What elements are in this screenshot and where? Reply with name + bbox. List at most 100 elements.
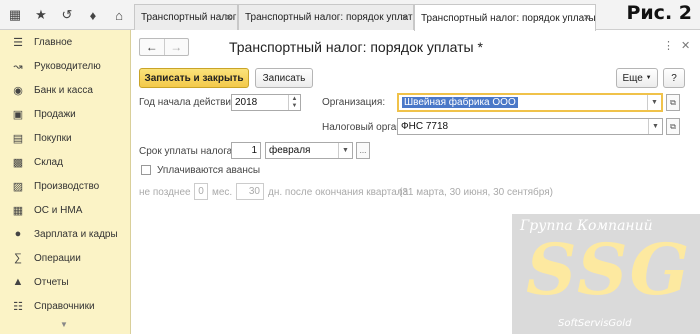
watermark-logo: Группа Компаний SSG SoftServisGold — [512, 214, 700, 334]
sidebar-item-label: Руководителю — [34, 60, 101, 72]
forward-icon[interactable]: → — [163, 39, 189, 55]
basket-icon: ▤ — [12, 132, 24, 145]
sidebar-item-label: Продажи — [34, 108, 76, 120]
deadline-day-value: 1 — [251, 145, 257, 156]
sidebar-item-label: Производство — [34, 180, 100, 192]
warehouse-icon: ▩ — [12, 156, 24, 169]
deadline-label: Срок уплаты налога: — [139, 146, 235, 157]
coin-icon: ◉ — [13, 84, 23, 97]
watermark-logo-text: SSG — [526, 228, 692, 311]
deadline-month-value: февраля — [269, 145, 311, 156]
menu-icon: ☰ — [13, 36, 23, 49]
factory-icon: ▨ — [12, 180, 24, 193]
quarter-hint: (31 марта, 30 июня, 30 сентября) — [399, 187, 553, 198]
months-label: мес. — [212, 187, 233, 198]
tax-office-value: ФНС 7718 — [401, 121, 449, 132]
top-bar: ▦ ★ ↺ ♦ ⌂ Транспортный налог × Транспорт… — [0, 0, 700, 31]
not-later-label: не позднее — [139, 187, 191, 198]
open-organization-button[interactable]: ⧉ — [666, 94, 680, 111]
year-label: Год начала действия: — [139, 97, 240, 108]
chevron-down-icon: ▼ — [645, 75, 652, 81]
close-icon[interactable]: × — [402, 12, 408, 24]
close-icon[interactable]: × — [226, 12, 232, 24]
sidebar-item-manager[interactable]: ↝ Руководителю — [0, 54, 130, 78]
sidebar-item-label: Отчеты — [34, 276, 69, 288]
sidebar-item-label: Покупки — [34, 132, 72, 144]
bell-icon[interactable]: ♦ — [80, 0, 106, 30]
month-select-button[interactable]: ... — [356, 142, 370, 159]
org-label: Организация: — [322, 97, 386, 108]
tab-payment-order-active[interactable]: Транспортный налог: порядок уплаты * × — [414, 4, 596, 31]
tab-transport-tax[interactable]: Транспортный налог × — [134, 4, 238, 30]
sidebar-item-operations[interactable]: ∑ Операции — [0, 246, 130, 270]
operations-icon: ∑ — [14, 252, 22, 264]
sidebar-item-warehouse[interactable]: ▩ Склад — [0, 150, 130, 174]
grid-icon[interactable]: ▦ — [2, 0, 28, 30]
months-field[interactable]: 0 — [194, 183, 208, 200]
sidebar-item-payroll[interactable]: ● Зарплата и кадры — [0, 222, 130, 246]
figure-label: Рис. 2 — [626, 2, 692, 24]
spin-icon[interactable]: ▲ ▼ — [288, 95, 300, 110]
tab-label: Транспортный налог — [141, 12, 237, 23]
sidebar-item-bank[interactable]: ◉ Банк и касса — [0, 78, 130, 102]
sidebar-item-purchases[interactable]: ▤ Покупки — [0, 126, 130, 150]
chevron-down-icon[interactable]: ▼ — [648, 119, 662, 134]
page-title: Транспортный налог: порядок уплаты * — [229, 39, 483, 55]
tab-payment-order[interactable]: Транспортный налог: порядок уплаты × — [238, 4, 414, 30]
reports-icon: ▲ — [12, 276, 24, 288]
chevron-down-icon[interactable]: ▼ — [647, 95, 661, 110]
back-icon[interactable]: ← — [140, 39, 164, 55]
chevron-down-icon[interactable]: ▼ — [338, 143, 352, 158]
more-button[interactable]: Еще ▼ — [616, 68, 658, 88]
help-button[interactable]: ? — [663, 68, 685, 88]
sidebar-item-label: Главное — [34, 36, 73, 48]
star-icon[interactable]: ★ — [28, 0, 54, 30]
sidebar-item-main[interactable]: ☰ Главное — [0, 30, 130, 54]
people-icon: ● — [14, 228, 22, 240]
cart-icon: ▣ — [12, 108, 24, 121]
close-icon[interactable]: ✕ — [681, 39, 690, 52]
tax-office-field[interactable]: ФНС 7718 ▼ — [397, 118, 663, 135]
home-icon[interactable]: ⌂ — [106, 0, 132, 30]
tab-label: Транспортный налог: порядок уплаты * — [421, 12, 596, 24]
close-icon[interactable]: × — [584, 12, 590, 24]
sidebar-item-label: Склад — [34, 156, 63, 168]
tab-label: Транспортный налог: порядок уплаты — [245, 12, 414, 23]
days-value: 30 — [248, 186, 260, 197]
months-value: 0 — [198, 186, 204, 197]
organization-value: Швейная фабрика ООО — [402, 97, 518, 108]
sidebar-item-reports[interactable]: ▲ Отчеты — [0, 270, 130, 294]
year-value: 2018 — [235, 97, 258, 108]
save-close-button[interactable]: Записать и закрыть — [139, 68, 249, 88]
year-field[interactable]: 2018 ▲ ▼ — [231, 94, 301, 111]
history-icon[interactable]: ↺ — [54, 0, 80, 30]
sidebar-item-label: Справочники — [34, 300, 95, 312]
history-nav: ← → — [139, 38, 189, 56]
advance-checkbox[interactable] — [141, 165, 151, 175]
more-vertical-icon[interactable]: ⋮ — [663, 39, 674, 52]
sidebar-item-production[interactable]: ▨ Производство — [0, 174, 130, 198]
assets-icon: ▦ — [12, 204, 24, 217]
days-field[interactable]: 30 — [236, 183, 264, 200]
sidebar: ☰ Главное ↝ Руководителю ◉ Банк и касса ▣ Пр… — [0, 30, 131, 334]
days-label: дн. после окончания квартала — [268, 187, 409, 198]
sidebar-item-label: Операции — [34, 252, 81, 264]
deadline-month-field[interactable]: февраля ▼ — [265, 142, 353, 159]
sidebar-item-label: Зарплата и кадры — [34, 228, 118, 240]
organization-field[interactable]: Швейная фабрика ООО ▼ — [397, 93, 663, 112]
deadline-day-field[interactable]: 1 — [231, 142, 261, 159]
save-button[interactable]: Записать — [255, 68, 313, 88]
catalog-icon: ☷ — [13, 300, 23, 313]
scroll-down-icon[interactable]: ▼ — [60, 320, 68, 329]
watermark-bottom-text: SoftServisGold — [558, 318, 632, 329]
sidebar-item-assets[interactable]: ▦ ОС и НМА — [0, 198, 130, 222]
tax-office-label: Налоговый орган: — [322, 122, 405, 133]
sidebar-item-label: Банк и касса — [34, 84, 93, 96]
sidebar-item-sales[interactable]: ▣ Продажи — [0, 102, 130, 126]
open-tax-office-button[interactable]: ⧉ — [666, 118, 680, 135]
more-label: Еще — [622, 72, 643, 84]
advance-label: Уплачиваются авансы — [157, 165, 261, 176]
sidebar-item-label: ОС и НМА — [34, 204, 83, 216]
trend-icon: ↝ — [13, 60, 23, 73]
sidebar-item-catalogs[interactable]: ☷ Справочники — [0, 294, 130, 318]
